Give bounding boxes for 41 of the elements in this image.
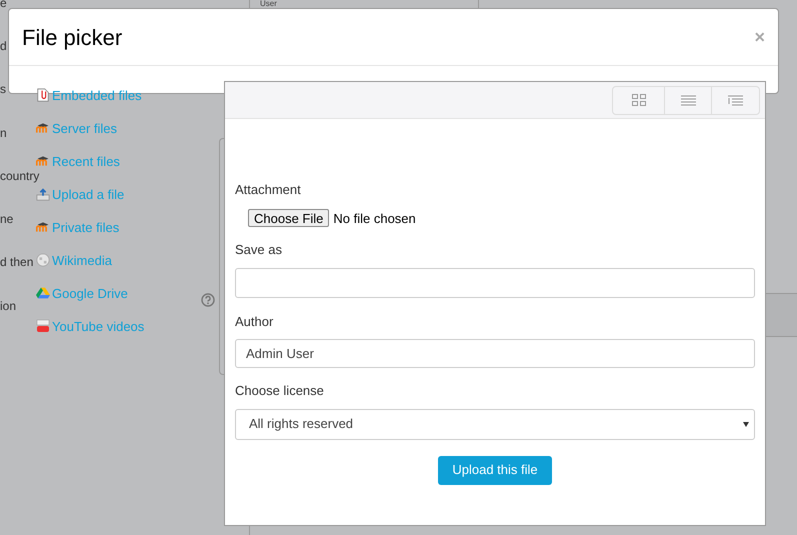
grid-icon [632, 94, 646, 106]
globe-icon [36, 253, 50, 267]
field-label: Attachment [235, 181, 302, 199]
repository-link[interactable]: Wikimedia [36, 253, 144, 267]
repository-link[interactable]: YouTube videos [36, 319, 144, 333]
field-label: Author [235, 312, 274, 330]
repository-link[interactable]: Private files [36, 220, 144, 234]
upload-button[interactable]: Upload this file [438, 456, 552, 484]
author-field[interactable]: Admin User [235, 339, 755, 368]
background-text: ion [0, 300, 16, 312]
repository-link[interactable]: Upload a file [36, 187, 144, 201]
background-text: ne [0, 213, 14, 226]
drive-triangle-icon [36, 286, 50, 300]
background-text: d then [0, 256, 34, 268]
background-text: n [0, 126, 7, 139]
dropdown-caret-icon [743, 422, 749, 426]
field-label: Choose license [235, 382, 325, 400]
save-as-field[interactable] [235, 268, 755, 298]
repository-link[interactable]: Embedded files [36, 88, 144, 102]
graduation-cap-icon [36, 154, 50, 168]
file-status: No file chosen [333, 210, 416, 228]
choose-file-button[interactable]: Choose File [248, 209, 330, 228]
repository-link[interactable]: Recent files [36, 154, 144, 168]
background-text: d [0, 40, 7, 52]
dialog-title: File picker [22, 24, 122, 52]
background-text: e [0, 0, 7, 9]
repository-link[interactable]: Server files [36, 121, 144, 135]
graduation-cap-icon [36, 121, 50, 135]
repository-link[interactable]: Google Drive [36, 286, 144, 300]
help-icon[interactable] [201, 293, 215, 307]
column-header: User [260, 0, 277, 8]
list-icon [680, 94, 696, 106]
close-button[interactable]: × [754, 28, 765, 46]
video-logo-icon [36, 319, 50, 333]
field-label: Save as [235, 241, 283, 259]
license-select[interactable]: All rights reserved [235, 408, 755, 440]
background-text: country [0, 170, 40, 182]
graduation-cap-icon [36, 220, 50, 234]
tree-list-icon [728, 94, 743, 106]
background-text: s [0, 83, 6, 96]
upload-tray-icon [36, 187, 50, 201]
